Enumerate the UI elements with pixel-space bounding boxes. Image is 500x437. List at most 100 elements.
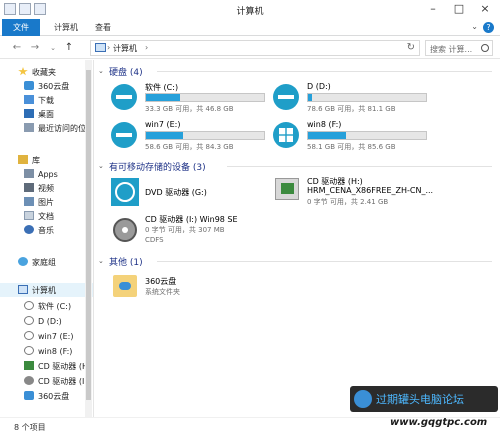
sidebar-item-drive-e[interactable]: win7 (E:) xyxy=(24,330,73,343)
sidebar-item-drive-i[interactable]: CD 驱动器 (I: xyxy=(24,375,87,388)
device-volume-label: HRM_CENA_X86FREE_ZH-CN_... xyxy=(307,186,434,195)
maximize-button[interactable]: □ xyxy=(446,0,472,18)
sidebar-item-documents[interactable]: 文档 xyxy=(24,210,54,223)
tab-view[interactable]: 查看 xyxy=(88,19,118,36)
sidebar-label: 视频 xyxy=(38,184,54,193)
sidebar-item-apps[interactable]: Apps xyxy=(24,168,58,181)
watermark-url: www.gqgtpc.com xyxy=(390,417,488,428)
sidebar-item-drive-c[interactable]: 软件 (C:) xyxy=(24,300,71,313)
breadcrumb-separator[interactable]: › xyxy=(145,43,148,52)
sidebar-label: 文档 xyxy=(38,212,54,221)
forward-button[interactable]: → xyxy=(28,41,42,55)
sidebar-label: win8 (F:) xyxy=(38,347,73,356)
dvd-drive-icon xyxy=(111,178,139,206)
music-icon xyxy=(24,225,34,234)
group-divider xyxy=(227,166,492,167)
sidebar-libraries[interactable]: 库 xyxy=(18,154,40,167)
sidebar-item-360-cloud-drive[interactable]: 360云盘 xyxy=(24,390,69,403)
sidebar-label: CD 驱动器 (I: xyxy=(38,377,88,386)
navigation-pane: 收藏夹 360云盘 下载 桌面 最近访问的位 库 Apps 视频 图片 文档 音… xyxy=(0,60,94,417)
library-icon xyxy=(18,155,28,164)
item-type: 系统文件夹 xyxy=(145,288,180,296)
sidebar-label: D (D:) xyxy=(38,317,62,326)
device-cd-i[interactable]: CD 驱动器 (I:) Win98 SE 0 字节 可用，共 307 MB CD… xyxy=(111,214,291,250)
windows-drive-icon xyxy=(273,122,299,148)
sidebar-item-drive-f[interactable]: win8 (F:) xyxy=(24,345,72,358)
collapse-icon[interactable]: ⌄ xyxy=(98,257,104,265)
usage-fill xyxy=(308,132,346,139)
sidebar-computer[interactable]: 计算机 xyxy=(18,284,56,297)
collapse-icon[interactable]: ⌄ xyxy=(98,162,104,170)
tab-file[interactable]: 文件 xyxy=(2,19,40,36)
sidebar-item-recent[interactable]: 最近访问的位 xyxy=(24,122,86,135)
sidebar-homegroup[interactable]: 家庭组 xyxy=(18,256,56,269)
refresh-icon[interactable]: ↻ xyxy=(407,42,415,53)
computer-icon xyxy=(95,43,106,52)
close-button[interactable]: × xyxy=(472,0,498,18)
drive-name: win7 (E:) xyxy=(145,120,181,129)
sidebar-item-videos[interactable]: 视频 xyxy=(24,182,54,195)
recent-places-icon xyxy=(24,123,34,132)
item-360-cloud[interactable]: 360云盘 系统文件夹 xyxy=(111,273,271,303)
drive-d[interactable]: D (D:) 78.6 GB 可用，共 81.1 GB xyxy=(273,82,443,114)
sidebar-item-music[interactable]: 音乐 xyxy=(24,224,54,237)
sidebar-label: 360云盘 xyxy=(38,82,70,91)
drive-f[interactable]: win8 (F:) 58.1 GB 可用，共 85.6 GB xyxy=(273,120,443,152)
sidebar-label: 收藏夹 xyxy=(32,68,56,77)
expand-ribbon-icon[interactable]: ⌄ xyxy=(471,22,478,31)
sidebar-item-360-cloud[interactable]: 360云盘 xyxy=(24,80,69,93)
content-pane: ⌄ 硬盘 (4) 软件 (C:) 33.3 GB 可用，共 46.8 GB D … xyxy=(95,60,500,417)
breadcrumb-computer[interactable]: 计算机 xyxy=(113,43,137,54)
scrollbar-thumb[interactable] xyxy=(86,70,91,400)
search-input[interactable]: 搜索 计算... xyxy=(425,40,493,56)
star-icon xyxy=(18,67,28,76)
computer-icon xyxy=(18,285,28,294)
video-icon xyxy=(24,183,34,192)
address-bar[interactable]: › 计算机 › ↻ xyxy=(90,40,420,56)
sidebar-item-drive-h[interactable]: CD 驱动器 (H: xyxy=(24,360,91,373)
sidebar-item-downloads[interactable]: 下载 xyxy=(24,94,54,107)
group-divider xyxy=(157,71,492,72)
sidebar-label: 图片 xyxy=(38,198,54,207)
drive-icon xyxy=(24,316,34,325)
device-info: 0 字节 可用，共 2.41 GB xyxy=(307,198,389,206)
device-filesystem: CDFS xyxy=(145,236,164,244)
ribbon-tabs: 文件 计算机 查看 ⌄ ? xyxy=(0,19,500,36)
drive-icon xyxy=(24,301,34,310)
recent-locations-chevron-icon[interactable]: ⌄ xyxy=(46,41,60,55)
device-info: 0 字节 可用，共 307 MB xyxy=(145,226,225,234)
drive-c[interactable]: 软件 (C:) 33.3 GB 可用，共 46.8 GB xyxy=(111,82,281,114)
watermark-text: 过期罐头电脑论坛 xyxy=(376,393,464,406)
sidebar-item-drive-d[interactable]: D (D:) xyxy=(24,315,62,328)
drive-icon xyxy=(273,84,299,110)
group-header-removable[interactable]: 有可移动存储的设备 (3) xyxy=(109,160,206,173)
sidebar-scrollbar[interactable] xyxy=(85,60,92,417)
group-header-other[interactable]: 其他 (1) xyxy=(109,255,143,268)
drive-e[interactable]: win7 (E:) 58.6 GB 可用，共 84.3 GB xyxy=(111,120,281,152)
up-button[interactable]: ↑ xyxy=(62,41,76,55)
collapse-icon[interactable]: ⌄ xyxy=(98,67,104,75)
sidebar-label: 最近访问的位 xyxy=(38,124,86,133)
cd-disc-icon xyxy=(113,218,137,242)
drive-info: 78.6 GB 可用，共 81.1 GB xyxy=(307,105,396,113)
navigation-row: ← → ⌄ ↑ › 计算机 › ↻ 搜索 计算... xyxy=(0,37,500,59)
back-button[interactable]: ← xyxy=(10,41,24,55)
tab-computer[interactable]: 计算机 xyxy=(46,19,86,36)
sidebar-item-pictures[interactable]: 图片 xyxy=(24,196,54,209)
device-dvd-g[interactable]: DVD 驱动器 (G:) xyxy=(111,178,271,210)
device-cd-h[interactable]: CD 驱动器 (H:) HRM_CENA_X86FREE_ZH-CN_... 0… xyxy=(273,176,483,212)
windows-logo-icon xyxy=(279,128,293,142)
group-header-hdd[interactable]: 硬盘 (4) xyxy=(109,65,143,78)
title-bar: 计算机 – □ × xyxy=(0,0,500,19)
download-icon xyxy=(24,95,34,104)
sidebar-favorites[interactable]: 收藏夹 xyxy=(18,66,56,79)
minimize-button[interactable]: – xyxy=(420,0,446,18)
sidebar-item-desktop[interactable]: 桌面 xyxy=(24,108,54,121)
usage-fill xyxy=(146,94,181,101)
drive-icon xyxy=(111,122,137,148)
search-placeholder: 搜索 计算... xyxy=(430,45,473,54)
breadcrumb-separator[interactable]: › xyxy=(107,43,110,52)
drive-name: win8 (F:) xyxy=(307,120,342,129)
usage-fill xyxy=(146,132,183,139)
help-icon[interactable]: ? xyxy=(483,22,494,33)
